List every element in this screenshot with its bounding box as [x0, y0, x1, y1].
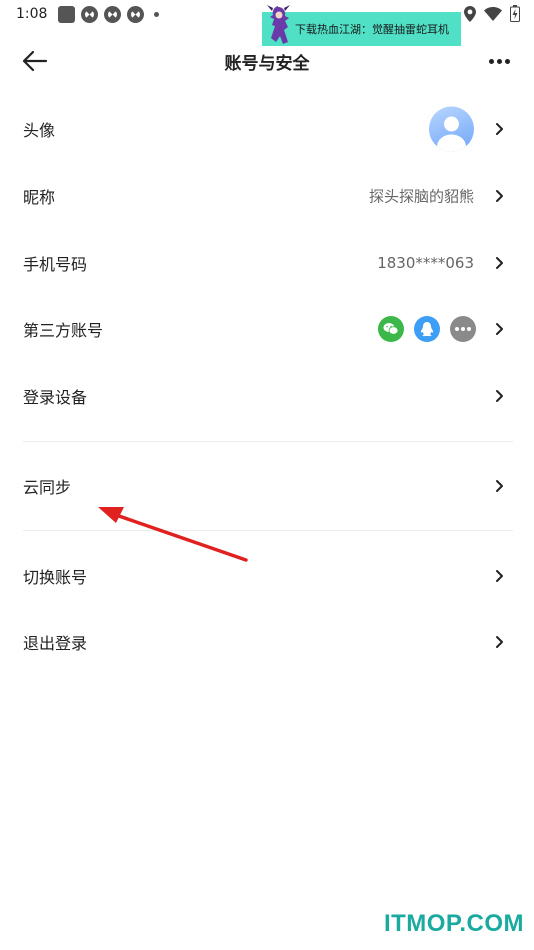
more-dot-icon — [496, 58, 502, 64]
row-login-devices[interactable]: 登录设备 — [0, 363, 534, 429]
avatar — [429, 106, 474, 152]
row-label: 退出登录 — [23, 634, 88, 653]
row-label: 手机号码 — [23, 255, 88, 274]
header: 账号与安全 — [0, 38, 534, 84]
page-title: 账号与安全 — [224, 54, 310, 74]
watermark: ITMOP.COM — [383, 910, 524, 937]
annotation-arrow-icon — [98, 507, 248, 562]
qq-icon — [414, 316, 440, 342]
more-dot-icon — [504, 58, 510, 64]
divider — [23, 441, 513, 442]
row-third-party[interactable]: 第三方账号 — [0, 296, 534, 362]
notification-aperture-icon — [127, 6, 144, 23]
chevron-right-icon — [496, 190, 503, 202]
row-label: 昵称 — [23, 188, 56, 207]
row-label: 头像 — [23, 121, 56, 140]
chevron-right-icon — [496, 480, 503, 492]
nickname-value: 探头探脑的貂熊 — [368, 187, 474, 206]
notification-square-icon — [58, 6, 75, 23]
battery-icon — [510, 5, 520, 22]
ad-text: 下载热血江湖：觉醒抽雷蛇耳机 — [295, 23, 449, 36]
wifi-icon — [484, 6, 502, 21]
row-nickname[interactable]: 昵称 探头探脑的貂熊 — [0, 163, 534, 229]
phone-value: 1830****063 — [377, 254, 474, 272]
row-phone[interactable]: 手机号码 1830****063 — [0, 230, 534, 296]
notification-aperture-icon — [81, 6, 98, 23]
wechat-icon — [378, 316, 404, 342]
chevron-right-icon — [496, 636, 503, 648]
chevron-right-icon — [496, 257, 503, 269]
row-label: 第三方账号 — [23, 321, 104, 340]
chevron-right-icon — [496, 323, 503, 335]
row-avatar[interactable]: 头像 — [0, 96, 534, 162]
third-party-icons — [378, 316, 476, 342]
location-icon — [464, 5, 476, 22]
row-logout[interactable]: 退出登录 — [0, 609, 534, 675]
more-dot-icon — [488, 58, 494, 64]
more-options-button[interactable] — [486, 50, 512, 72]
row-label: 登录设备 — [23, 388, 88, 407]
notification-dot-icon — [154, 12, 159, 17]
status-time: 1:08 — [16, 6, 48, 22]
chevron-right-icon — [496, 570, 503, 582]
row-cloud-sync[interactable]: 云同步 — [0, 453, 534, 519]
chevron-right-icon — [496, 123, 503, 135]
row-label: 云同步 — [23, 478, 72, 497]
more-accounts-icon — [450, 316, 476, 342]
row-label: 切换账号 — [23, 568, 88, 587]
row-switch-account[interactable]: 切换账号 — [0, 543, 534, 609]
chevron-right-icon — [496, 390, 503, 402]
notification-aperture-icon — [104, 6, 121, 23]
